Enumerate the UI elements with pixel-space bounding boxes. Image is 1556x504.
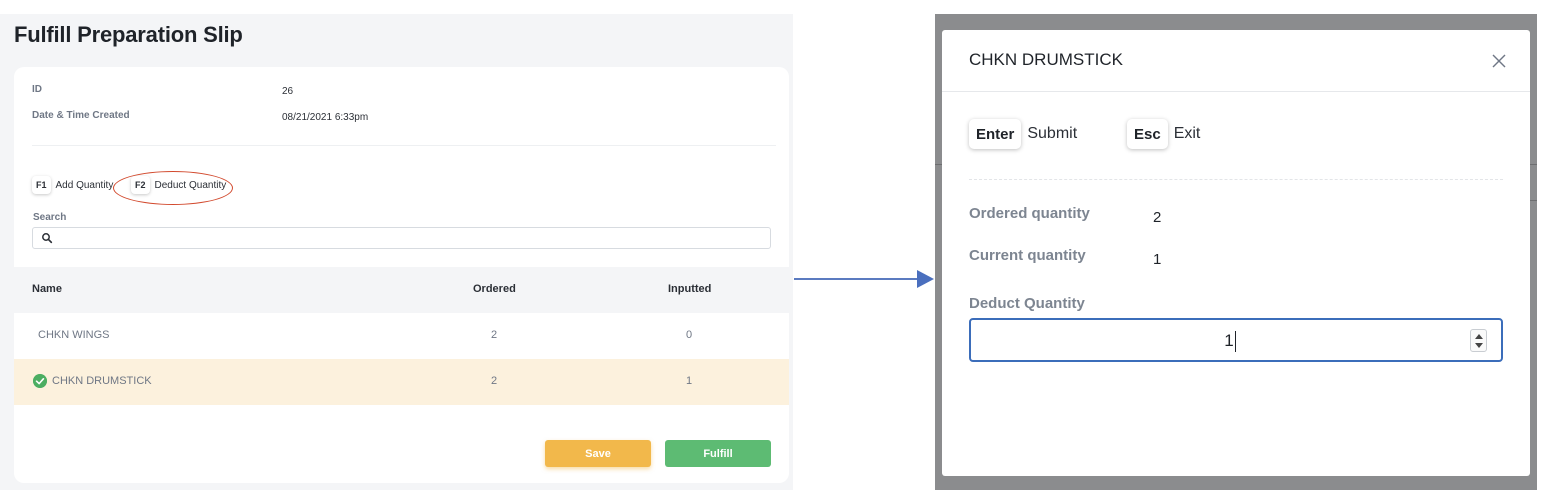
id-label: ID [32, 84, 42, 95]
deduct-quantity-label: Deduct Quantity [969, 295, 1085, 312]
date-created-label: Date & Time Created [32, 110, 130, 121]
background-divider [1529, 164, 1537, 165]
fulfill-preparation-slip-panel: Fulfill Preparation Slip ID 26 Date & Ti… [0, 14, 793, 490]
date-created-value: 08/21/2021 6:33pm [282, 112, 369, 123]
text-caret [1235, 331, 1236, 352]
row-ordered: 2 [491, 375, 498, 387]
search-label: Search [33, 212, 67, 223]
background-divider [1529, 200, 1537, 201]
ordered-quantity-value: 2 [1153, 209, 1162, 226]
id-value: 26 [282, 86, 294, 97]
current-quantity-value: 1 [1153, 251, 1162, 268]
exit-shortcut[interactable]: Esc Exit [1127, 119, 1200, 149]
row-ordered: 2 [491, 329, 498, 341]
table-row[interactable]: CHKN DRUMSTICK 2 1 [14, 359, 789, 405]
search-input[interactable] [32, 227, 771, 249]
column-header-ordered: Ordered [473, 283, 516, 295]
deduct-quantity-modal: CHKN DRUMSTICK Enter Submit Esc Exit Ord… [942, 30, 1530, 476]
row-inputted: 1 [686, 375, 693, 387]
submit-shortcut[interactable]: Enter Submit [969, 119, 1077, 149]
page-title: Fulfill Preparation Slip [14, 22, 243, 47]
background-divider [935, 164, 942, 165]
fulfill-button[interactable]: Fulfill [665, 440, 771, 467]
ordered-quantity-label: Ordered quantity [969, 205, 1090, 222]
stepper-up-icon[interactable] [1475, 334, 1483, 339]
row-inputted: 0 [686, 329, 693, 341]
submit-label: Submit [1027, 125, 1078, 142]
stepper-down-icon[interactable] [1475, 343, 1483, 348]
deduct-quantity-input[interactable]: 1 [969, 318, 1503, 362]
annotation-highlight-ellipse [113, 171, 233, 205]
flow-arrow-head [917, 270, 934, 288]
close-icon[interactable] [1490, 52, 1508, 70]
exit-label: Exit [1173, 125, 1201, 142]
add-quantity-shortcut[interactable]: F1 Add Quantity [32, 176, 113, 194]
table-row[interactable]: CHKN WINGS 2 0 [14, 313, 789, 359]
column-header-inputted: Inputted [668, 283, 712, 295]
esc-key: Esc [1127, 119, 1168, 149]
quantity-stepper[interactable] [1470, 329, 1487, 352]
modal-title: CHKN DRUMSTICK [969, 50, 1123, 69]
modal-header-divider [942, 91, 1530, 92]
current-quantity-label: Current quantity [969, 247, 1086, 264]
row-name: CHKN WINGS [38, 329, 110, 341]
deduct-quantity-value: 1 [1224, 331, 1234, 350]
check-circle-icon [33, 374, 47, 388]
divider [32, 145, 776, 146]
flow-arrow-line [794, 278, 920, 280]
table-header: Name Ordered Inputted [14, 267, 789, 313]
row-name: CHKN DRUMSTICK [52, 375, 152, 387]
search-icon [42, 233, 53, 244]
divider [969, 179, 1503, 180]
f1-key: F1 [32, 176, 51, 194]
save-button[interactable]: Save [545, 440, 651, 467]
column-header-name: Name [32, 283, 62, 295]
enter-key: Enter [969, 119, 1022, 149]
add-quantity-label: Add Quantity [55, 179, 114, 191]
slip-card: ID 26 Date & Time Created 08/21/2021 6:3… [14, 67, 789, 483]
